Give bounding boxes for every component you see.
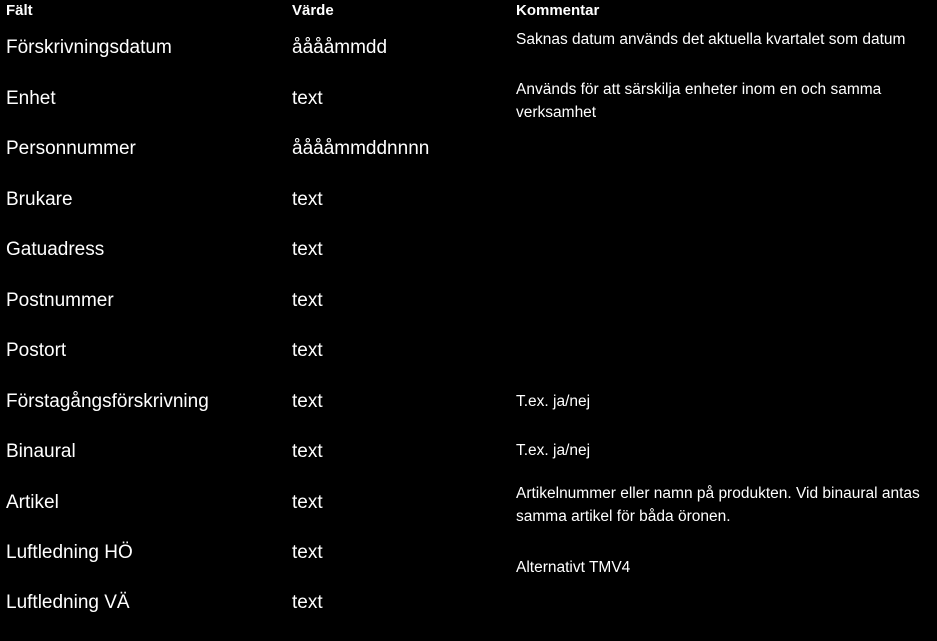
- field-name: Enhet: [6, 88, 56, 109]
- table-row: Gatuadress text: [0, 238, 937, 288]
- field-name: Binaural: [6, 441, 76, 462]
- field-comment: T.ex. ja/nej: [516, 393, 591, 410]
- table-row: Enhet text Används för att särskilja enh…: [0, 81, 937, 137]
- table-row: Personnummer ååååmmddnnnn: [0, 137, 937, 187]
- field-value: text: [292, 239, 323, 260]
- field-value: text: [292, 391, 323, 412]
- field-comment: Alternativt TMV4: [516, 559, 631, 576]
- table-row: Postnummer text: [0, 289, 937, 339]
- field-comment: Används för att särskilja enheter inom e…: [516, 81, 882, 121]
- field-name: Personnummer: [6, 138, 136, 159]
- field-value: text: [292, 88, 323, 109]
- field-value: ååååmmdd: [292, 37, 388, 58]
- field-value: text: [292, 592, 323, 613]
- table-row: Förstagångsförskrivning text T.ex. ja/ne…: [0, 390, 937, 440]
- table-row: Artikel text Artikelnummer eller namn på…: [0, 485, 937, 541]
- field-comment: T.ex. ja/nej: [516, 442, 591, 459]
- table-row: Brukare text: [0, 188, 937, 238]
- field-value: text: [292, 441, 323, 462]
- field-name: Brukare: [6, 189, 73, 210]
- field-name: Postnummer: [6, 290, 114, 311]
- field-comment: Saknas datum används det aktuella kvarta…: [516, 31, 906, 48]
- field-value: text: [292, 542, 323, 563]
- field-name: Gatuadress: [6, 239, 105, 260]
- field-comment: Artikelnummer eller namn på produkten. V…: [516, 485, 920, 525]
- field-name: Postort: [6, 340, 67, 361]
- field-value: text: [292, 290, 323, 311]
- table-row: Postort text: [0, 339, 937, 389]
- header-field: Fält: [6, 2, 33, 19]
- field-value: text: [292, 189, 323, 210]
- table-row: Luftledning HÖ text Alternativt TMV4: [0, 541, 937, 591]
- table-row: Luftledning VÄ text: [0, 591, 937, 641]
- field-value: text: [292, 492, 323, 513]
- field-name: Förstagångsförskrivning: [6, 391, 209, 412]
- field-value: text: [292, 340, 323, 361]
- field-name: Artikel: [6, 492, 59, 513]
- field-name: Luftledning HÖ: [6, 542, 133, 563]
- field-name: Luftledning VÄ: [6, 592, 130, 613]
- header-value: Värde: [292, 2, 334, 19]
- header-comment: Kommentar: [516, 2, 600, 19]
- field-name: Förskrivningsdatum: [6, 37, 172, 58]
- field-value: ååååmmddnnnn: [292, 138, 430, 159]
